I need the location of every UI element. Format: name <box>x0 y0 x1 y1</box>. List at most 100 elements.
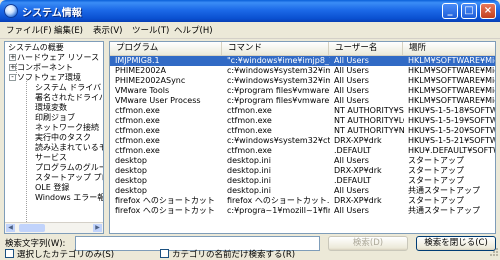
menu-tools[interactable]: ツール(T) <box>132 24 169 36</box>
tree-item[interactable]: Windows エラー報告 <box>35 193 103 203</box>
tree-item[interactable]: ハードウェア リソース <box>17 53 99 63</box>
scroll-right-icon[interactable]: ▶ <box>93 224 102 232</box>
list-header: プログラム コマンド ユーザー名 場所 <box>110 42 495 56</box>
cell-user: All Users <box>334 96 369 105</box>
tree-item[interactable]: システム ドライバ <box>35 83 101 93</box>
search-category-names-label: カテゴリの名前だけ検索する(R) <box>172 250 296 260</box>
cell-program: VMware User Process <box>115 96 201 105</box>
cell-program: ctfmon.exe <box>115 116 160 125</box>
cell-user: All Users <box>334 156 369 165</box>
resize-grip-icon[interactable] <box>489 247 499 257</box>
table-row[interactable]: VMware Tools c:¥program files¥vmware¥vmwa… <box>110 86 495 96</box>
cell-location: HKU¥S-1-5-21¥SOFTWARE¥Microsoft¥Windows¥… <box>408 136 495 145</box>
table-row[interactable]: desktop desktop.ini .DEFAULT スタートアップ <box>110 176 495 186</box>
cell-location: 共通スタートアップ <box>408 186 480 195</box>
column-header-program[interactable]: プログラム <box>110 42 222 55</box>
minimize-button[interactable]: _ <box>442 3 458 19</box>
tree-item[interactable]: スタートアップ プログラム <box>35 173 103 183</box>
menu-help[interactable]: ヘルプ(H) <box>174 24 213 36</box>
column-header-command[interactable]: コマンド <box>222 42 329 55</box>
cell-user: All Users <box>334 66 369 75</box>
table-row[interactable]: VMware User Process c:¥program files¥vmwa… <box>110 96 495 106</box>
table-row[interactable]: desktop desktop.ini All Users 共通スタートアップ <box>110 186 495 196</box>
cell-location: スタートアップ <box>408 176 464 185</box>
tree-item[interactable]: 読み込まれているモジュール <box>35 143 103 153</box>
tree-item[interactable]: サービス <box>35 153 67 163</box>
cell-location: HKU¥S-1-5-18¥SOFTWARE¥Microsoft¥Windows¥… <box>408 106 495 115</box>
cell-program: desktop <box>115 186 147 195</box>
table-row[interactable]: ctfmon.exe ctfmon.exe NT AUTHORITY¥LOCAL S… <box>110 116 495 126</box>
selected-category-only-label: 選択したカテゴリのみ(S) <box>17 250 115 260</box>
close-button[interactable]: × <box>480 3 496 19</box>
scroll-left-icon[interactable]: ◀ <box>6 224 15 232</box>
category-tree[interactable]: システムの概要 + ハードウェア リソース + コンポーネント - ソフトウェア環境 システム… <box>4 41 104 234</box>
cell-user: .DEFAULT <box>334 176 372 185</box>
expand-icon[interactable]: + <box>9 54 16 61</box>
table-row[interactable]: ctfmon.exe ctfmon.exe NT AUTHORITY¥NETWORK… <box>110 126 495 136</box>
cell-program: VMware Tools <box>115 86 170 95</box>
cell-user: All Users <box>334 76 369 85</box>
cell-command: "c:¥windows¥ime¥imjp8_1¥imjpmig.exe" <box>227 56 330 65</box>
menu-edit[interactable]: 編集(E) <box>54 24 83 36</box>
table-row[interactable]: firefox へのショートカット c:¥progra~1¥mozill~1¥fi… <box>110 206 495 216</box>
cell-command: ctfmon.exe <box>227 126 272 135</box>
table-row[interactable]: desktop desktop.ini All Users スタートアップ <box>110 156 495 166</box>
maximize-button[interactable]: □ <box>461 3 477 19</box>
cell-location: HKU¥.DEFAULT¥SOFTWARE¥Microsoft¥Windows¥… <box>408 146 495 155</box>
cell-user: DRX-XP¥drk <box>334 166 382 175</box>
column-header-user[interactable]: ユーザー名 <box>329 42 403 55</box>
cell-program: desktop <box>115 166 147 175</box>
tree-item[interactable]: コンポーネント <box>17 63 73 73</box>
cell-location: HKU¥S-1-5-20¥SOFTWARE¥Microsoft¥Windows¥… <box>408 126 495 135</box>
cell-program: ctfmon.exe <box>115 136 160 145</box>
cell-location: HKU¥S-1-5-19¥SOFTWARE¥Microsoft¥Windows¥… <box>408 116 495 125</box>
scroll-thumb[interactable] <box>19 224 45 232</box>
tree-item[interactable]: 実行中のタスク <box>35 133 91 143</box>
cell-location: スタートアップ <box>408 156 464 165</box>
cell-command: c:¥windows¥system32¥ime¥tintlgnt¥tintset… <box>227 76 330 85</box>
table-row[interactable]: ctfmon.exe ctfmon.exe NT AUTHORITY¥SYSTEM H… <box>110 106 495 116</box>
table-row[interactable]: IMJPMIG8.1 "c:¥windows¥ime¥imjp8_1¥imjpmi… <box>110 56 495 66</box>
table-row[interactable]: desktop desktop.ini DRX-XP¥drk スタートアップ <box>110 166 495 176</box>
tree-item[interactable]: システムの概要 <box>8 43 64 53</box>
cell-user: NT AUTHORITY¥NETWORK SERVICE <box>334 126 404 135</box>
cell-command: c:¥progra~1¥mozill~1¥firefox.exe <box>227 206 330 215</box>
tree-item[interactable]: 署名されたドライバ <box>35 93 103 103</box>
column-header-location[interactable]: 場所 <box>403 42 495 55</box>
tree-horizontal-scrollbar[interactable]: ◀ ▶ <box>5 222 103 233</box>
table-row[interactable]: ctfmon.exe c:¥windows¥system32¥ctfmon.exe… <box>110 136 495 146</box>
cell-command: desktop.ini <box>227 176 271 185</box>
tree-item[interactable]: ネットワーク接続 <box>35 123 99 133</box>
collapse-icon[interactable]: - <box>9 74 16 81</box>
table-row[interactable]: PHIME2002A c:¥windows¥system32¥ime¥tintlg… <box>110 66 495 76</box>
cell-location: HKLM¥SOFTWARE¥Microsoft¥Windows¥CurrentV… <box>408 86 495 95</box>
table-row[interactable]: firefox へのショートカット firefox へのショートカット.lnk DR… <box>110 196 495 206</box>
cell-command: c:¥windows¥system32¥ctfmon.exe <box>227 136 330 145</box>
selected-category-only-checkbox[interactable] <box>5 249 14 258</box>
find-button[interactable]: 検索(D) <box>328 236 408 251</box>
tree-item[interactable]: OLE 登録 <box>35 183 69 193</box>
title-bar[interactable]: システム情報 _ □ × <box>0 0 500 22</box>
search-category-names-checkbox[interactable] <box>160 249 169 258</box>
menu-bar: ファイル(F) 編集(E) 表示(V) ツール(T) ヘルプ(H) <box>0 22 500 39</box>
cell-program: firefox へのショートカット <box>115 196 215 205</box>
menu-view[interactable]: 表示(V) <box>93 24 122 36</box>
cell-command: firefox へのショートカット.lnk <box>227 196 330 205</box>
startup-programs-list[interactable]: プログラム コマンド ユーザー名 場所 IMJPMIG8.1 "c:¥window… <box>109 41 496 234</box>
cell-command: c:¥program files¥vmware¥vmware tools¥vmw… <box>227 96 330 105</box>
tree-item[interactable]: 印刷ジョブ <box>35 113 75 123</box>
cell-program: desktop <box>115 156 147 165</box>
tree-item[interactable]: プログラムのグループ <box>35 163 103 173</box>
menu-file[interactable]: ファイル(F) <box>6 24 52 36</box>
cell-location: HKLM¥SOFTWARE¥Microsoft¥Windows¥CurrentV… <box>408 76 495 85</box>
expand-icon[interactable]: + <box>9 64 16 71</box>
table-row[interactable]: ctfmon.exe ctfmon.exe .DEFAULT HKU¥.DEFAULT… <box>110 146 495 156</box>
tree-item[interactable]: ソフトウェア環境 <box>17 73 81 83</box>
system-info-icon <box>4 4 18 18</box>
table-row[interactable]: PHIME2002ASync c:¥windows¥system32¥ime¥ti… <box>110 76 495 86</box>
cell-command: desktop.ini <box>227 156 271 165</box>
cell-program: ctfmon.exe <box>115 126 160 135</box>
close-search-button[interactable]: 検索を閉じる(C) <box>416 236 496 251</box>
tree-item[interactable]: 環境変数 <box>35 103 67 113</box>
pane-splitter[interactable] <box>104 41 107 234</box>
